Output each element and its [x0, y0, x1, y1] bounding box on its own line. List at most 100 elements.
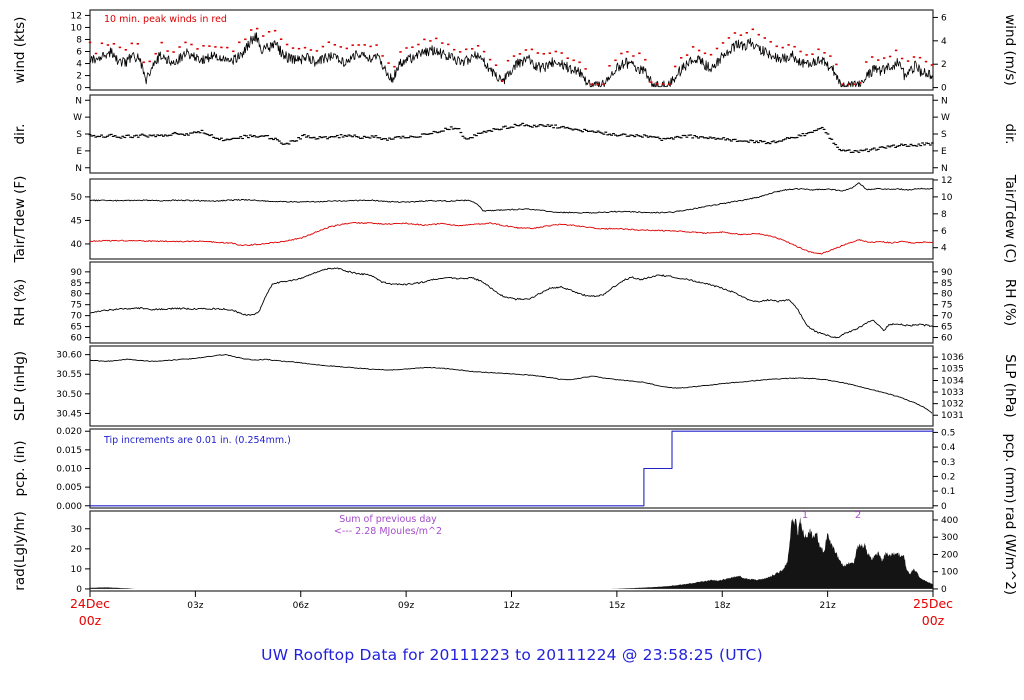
data-point	[357, 136, 360, 138]
data-point	[641, 136, 644, 138]
data-point	[471, 48, 474, 50]
data-point	[847, 83, 850, 86]
data-point	[273, 29, 277, 32]
data-point	[801, 133, 805, 135]
ytick-label-left: N	[75, 96, 82, 106]
x-end-hour: 00z	[922, 613, 945, 628]
data-point	[795, 136, 799, 139]
data-point	[88, 41, 92, 44]
data-point	[799, 135, 803, 137]
axis-title-right: SLP (hPa)	[1002, 354, 1018, 417]
data-point	[391, 138, 395, 140]
data-point	[419, 136, 422, 138]
data-point	[903, 144, 907, 146]
ytick-label-left: 10	[71, 23, 83, 33]
data-point	[449, 126, 453, 128]
data-point	[218, 138, 221, 141]
annotation: Sum of previous day	[339, 514, 437, 525]
ytick-label-right: 300	[941, 533, 958, 543]
data-point	[248, 134, 252, 136]
data-point	[566, 57, 569, 59]
data-point	[442, 130, 445, 132]
series-solar-radiation	[90, 516, 933, 589]
data-point	[513, 123, 517, 125]
data-point	[658, 138, 662, 140]
data-point	[610, 134, 613, 136]
ytick-label-right: 12	[941, 176, 952, 186]
data-point	[315, 50, 319, 52]
ytick-label-left: 60	[71, 334, 83, 344]
data-point	[830, 138, 834, 140]
data-point	[131, 136, 134, 139]
data-point	[453, 48, 456, 51]
data-point	[906, 60, 910, 62]
data-point	[368, 137, 372, 139]
data-point	[600, 132, 604, 134]
ytick-label-left: 80	[71, 290, 83, 300]
data-point	[405, 47, 408, 49]
data-point	[721, 42, 725, 44]
ytick-label-left: 0.015	[56, 446, 82, 456]
data-point	[109, 133, 113, 135]
data-point	[100, 42, 104, 45]
ytick-label-left: 0.005	[56, 483, 82, 493]
chart-title: UW Rooftop Data for 20111223 to 20111224…	[261, 646, 763, 664]
data-point	[386, 139, 389, 141]
chart: 0 2 4 6 8 10 12 0 2 4 6 wind (kts) wind (m/s) 10 min.…	[0, 0, 1024, 700]
data-point	[276, 139, 279, 141]
data-point	[154, 136, 158, 138]
ytick-label-right: 0.1	[941, 487, 955, 497]
data-point	[650, 81, 653, 83]
data-point	[596, 83, 599, 86]
data-point	[106, 135, 109, 137]
data-point	[266, 135, 270, 137]
data-point	[623, 133, 627, 135]
ytick-label-left: 70	[71, 312, 83, 322]
series-wind-direction	[88, 122, 934, 153]
data-point	[335, 134, 339, 137]
ytick-label-right: 6	[941, 227, 947, 237]
data-point	[581, 131, 584, 133]
data-point	[820, 126, 824, 129]
data-point	[627, 135, 631, 137]
data-point	[822, 128, 826, 130]
data-point	[484, 131, 488, 133]
data-point	[297, 137, 300, 139]
data-point	[480, 132, 484, 134]
data-point	[196, 48, 199, 50]
data-point	[247, 137, 250, 139]
data-point	[929, 144, 932, 146]
data-point	[357, 44, 360, 46]
ytick-label-right: 100	[941, 568, 958, 578]
data-point	[689, 134, 693, 136]
ytick-label-right: 1034	[941, 377, 964, 387]
data-point	[672, 138, 675, 140]
data-point	[232, 50, 235, 53]
data-point	[372, 136, 376, 138]
data-point	[829, 55, 832, 57]
data-point	[369, 45, 372, 48]
data-point	[267, 31, 271, 33]
data-point	[250, 29, 253, 31]
data-point	[411, 46, 414, 48]
data-point	[506, 59, 510, 62]
data-point	[772, 140, 776, 142]
data-point	[747, 141, 751, 143]
data-point	[532, 124, 536, 126]
data-point	[142, 61, 145, 64]
panel-slp	[89, 345, 934, 427]
data-point	[239, 136, 243, 138]
ytick-label-left: N	[75, 164, 82, 174]
ytick-label-left: 50	[71, 193, 83, 203]
data-point	[923, 144, 926, 146]
data-point	[930, 64, 934, 66]
data-point	[351, 44, 354, 46]
x-start-hour: 00z	[79, 613, 102, 628]
data-point	[930, 142, 934, 144]
data-point	[488, 58, 492, 61]
data-point	[511, 126, 515, 128]
data-point	[152, 134, 156, 136]
data-point	[888, 55, 892, 58]
xtick-label: 09z	[398, 601, 414, 611]
data-point	[279, 142, 283, 144]
